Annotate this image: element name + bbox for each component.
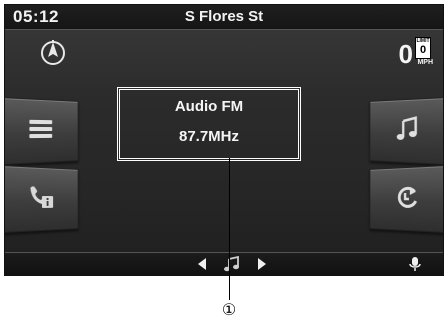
bottom-bar bbox=[5, 252, 443, 275]
audio-source-label: Audio FM bbox=[174, 98, 244, 115]
sync-button[interactable] bbox=[369, 164, 443, 234]
speed-unit: MPH bbox=[417, 59, 433, 66]
speed-display: 0 LIMIT 0 MPH bbox=[379, 37, 433, 69]
microphone-icon[interactable] bbox=[407, 256, 423, 272]
callout-number: ① bbox=[221, 300, 237, 319]
callout-line bbox=[229, 158, 230, 300]
sync-icon bbox=[394, 182, 421, 216]
status-bar: 05:12 S Flores St bbox=[5, 5, 443, 30]
menu-icon bbox=[27, 117, 54, 145]
menu-button[interactable] bbox=[5, 96, 79, 166]
music-note-icon bbox=[395, 115, 420, 147]
audio-source-panel[interactable]: Audio FM 87.7MHz bbox=[117, 87, 301, 161]
speed-limit-value: 0 bbox=[419, 44, 427, 56]
speed-limit-sign: LIMIT 0 bbox=[415, 37, 431, 59]
head-unit-screen: 05:12 S Flores St 0 LIMIT 0 MPH Audio FM… bbox=[4, 4, 444, 276]
prev-arrow-icon[interactable] bbox=[195, 256, 209, 272]
speed-value: 0 bbox=[398, 39, 413, 69]
audio-frequency: 87.7MHz bbox=[178, 128, 240, 145]
phone-info-button[interactable] bbox=[5, 164, 79, 234]
music-note-icon bbox=[221, 256, 243, 272]
street-name: S Flores St bbox=[184, 8, 264, 25]
compass-icon[interactable] bbox=[39, 39, 67, 67]
music-button[interactable] bbox=[369, 96, 443, 166]
next-arrow-icon[interactable] bbox=[255, 256, 269, 272]
phone-info-icon bbox=[26, 183, 55, 215]
